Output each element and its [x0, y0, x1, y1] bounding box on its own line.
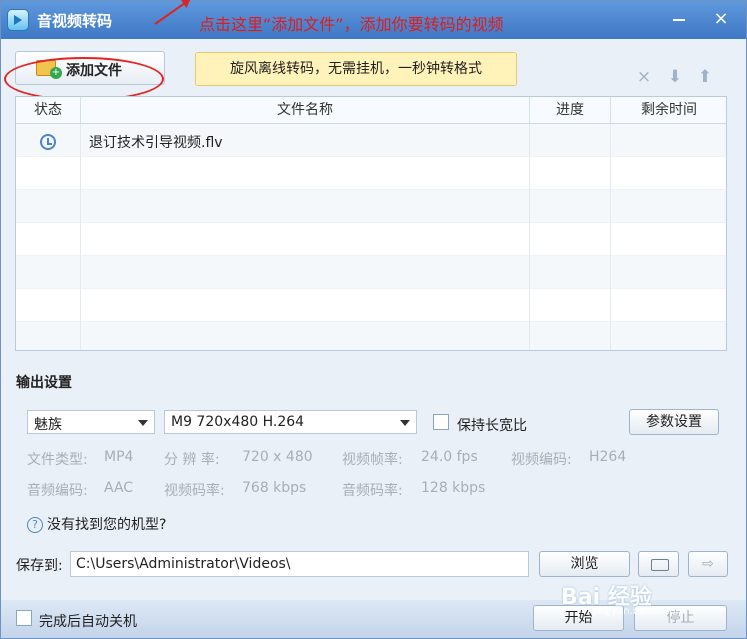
- table-row[interactable]: 退订技术引导视频.flv: [16, 124, 726, 157]
- save-to-label: 保存到:: [16, 558, 63, 574]
- table-row: [16, 223, 726, 256]
- export-button[interactable]: ⇨: [688, 551, 728, 577]
- table-row: [16, 256, 726, 289]
- format-value: M9 720x480 H.264: [171, 414, 305, 430]
- table-header: 状态 文件名称 进度 剩余时间: [16, 97, 726, 124]
- video-codec-label: 视频编码:: [511, 452, 572, 468]
- table-row: [16, 190, 726, 223]
- device-value: 魅族: [34, 417, 62, 433]
- format-select[interactable]: M9 720x480 H.264: [164, 410, 417, 434]
- minimize-button[interactable]: [660, 5, 698, 33]
- progress-cell: [530, 124, 611, 157]
- table-row: [16, 289, 726, 322]
- audio-codec-label: 音频编码:: [27, 483, 88, 499]
- chevron-down-icon: [400, 420, 410, 426]
- output-settings-title: 输出设置: [16, 375, 72, 391]
- resolution-label: 分 辨 率:: [164, 452, 220, 468]
- keep-ratio-checkbox[interactable]: [433, 414, 449, 430]
- remaining-cell: [611, 124, 726, 157]
- delete-icon[interactable]: ×: [634, 67, 654, 87]
- frame-rate-label: 视频帧率:: [342, 452, 403, 468]
- window-title: 音视频转码: [37, 12, 113, 30]
- title-bar: 音视频转码 点击这里“添加文件”，添加你要转码的视频 ×: [1, 1, 746, 39]
- file-type-label: 文件类型:: [27, 452, 88, 468]
- table-row: [16, 322, 726, 350]
- auto-shutdown-checkbox[interactable]: [16, 610, 32, 626]
- remaining-header: 剩余时间: [641, 102, 697, 118]
- browse-button[interactable]: 浏览: [539, 551, 630, 577]
- status-header: 状态: [16, 97, 81, 123]
- audio-codec-value: AAC: [104, 480, 134, 496]
- move-up-icon[interactable]: ⬆: [695, 67, 715, 87]
- move-down-icon[interactable]: ⬇: [665, 67, 685, 87]
- clock-icon: [40, 134, 56, 150]
- auto-shutdown-label: 完成后自动关机: [39, 614, 137, 630]
- open-folder-button[interactable]: [638, 551, 679, 577]
- table-row: [16, 157, 726, 190]
- audio-bitrate-label: 音频码率:: [342, 483, 403, 499]
- file-name: 退订技术引导视频.flv: [89, 135, 223, 151]
- video-bitrate-value: 768 kbps: [242, 480, 307, 496]
- file-type-value: MP4: [104, 449, 134, 465]
- chevron-down-icon: [138, 420, 148, 426]
- file-table: 状态 文件名称 进度 剩余时间 退订技术引导视频.flv: [15, 96, 727, 351]
- video-bitrate-label: 视频码率:: [164, 483, 225, 499]
- app-icon: [7, 9, 29, 31]
- model-help-link[interactable]: 没有找到您的机型?: [27, 514, 166, 534]
- annotation-ellipse: [4, 57, 164, 101]
- progress-header: 进度: [530, 97, 611, 123]
- promo-banner[interactable]: 旋风离线转码，无需挂机，一秒钟转格式: [195, 52, 517, 86]
- annotation-text: 点击这里“添加文件”，添加你要转码的视频: [199, 15, 504, 34]
- baidu-url-watermark: jingyan.baidu.com: [593, 606, 686, 617]
- resolution-value: 720 x 480: [242, 449, 313, 465]
- save-path-input[interactable]: C:\Users\Administrator\Videos\: [70, 551, 529, 577]
- frame-rate-value: 24.0 fps: [421, 449, 478, 465]
- keep-ratio-label: 保持长宽比: [457, 418, 527, 434]
- video-codec-value: H264: [589, 449, 627, 465]
- close-button[interactable]: ×: [702, 5, 740, 33]
- audio-bitrate-value: 128 kbps: [421, 480, 486, 496]
- device-select[interactable]: 魅族: [27, 410, 155, 434]
- transcode-window: 音视频转码 点击这里“添加文件”，添加你要转码的视频 × + 添加文件 旋风离线…: [0, 0, 747, 639]
- filename-header: 文件名称: [81, 97, 530, 123]
- parameter-settings-button[interactable]: 参数设置: [629, 409, 719, 435]
